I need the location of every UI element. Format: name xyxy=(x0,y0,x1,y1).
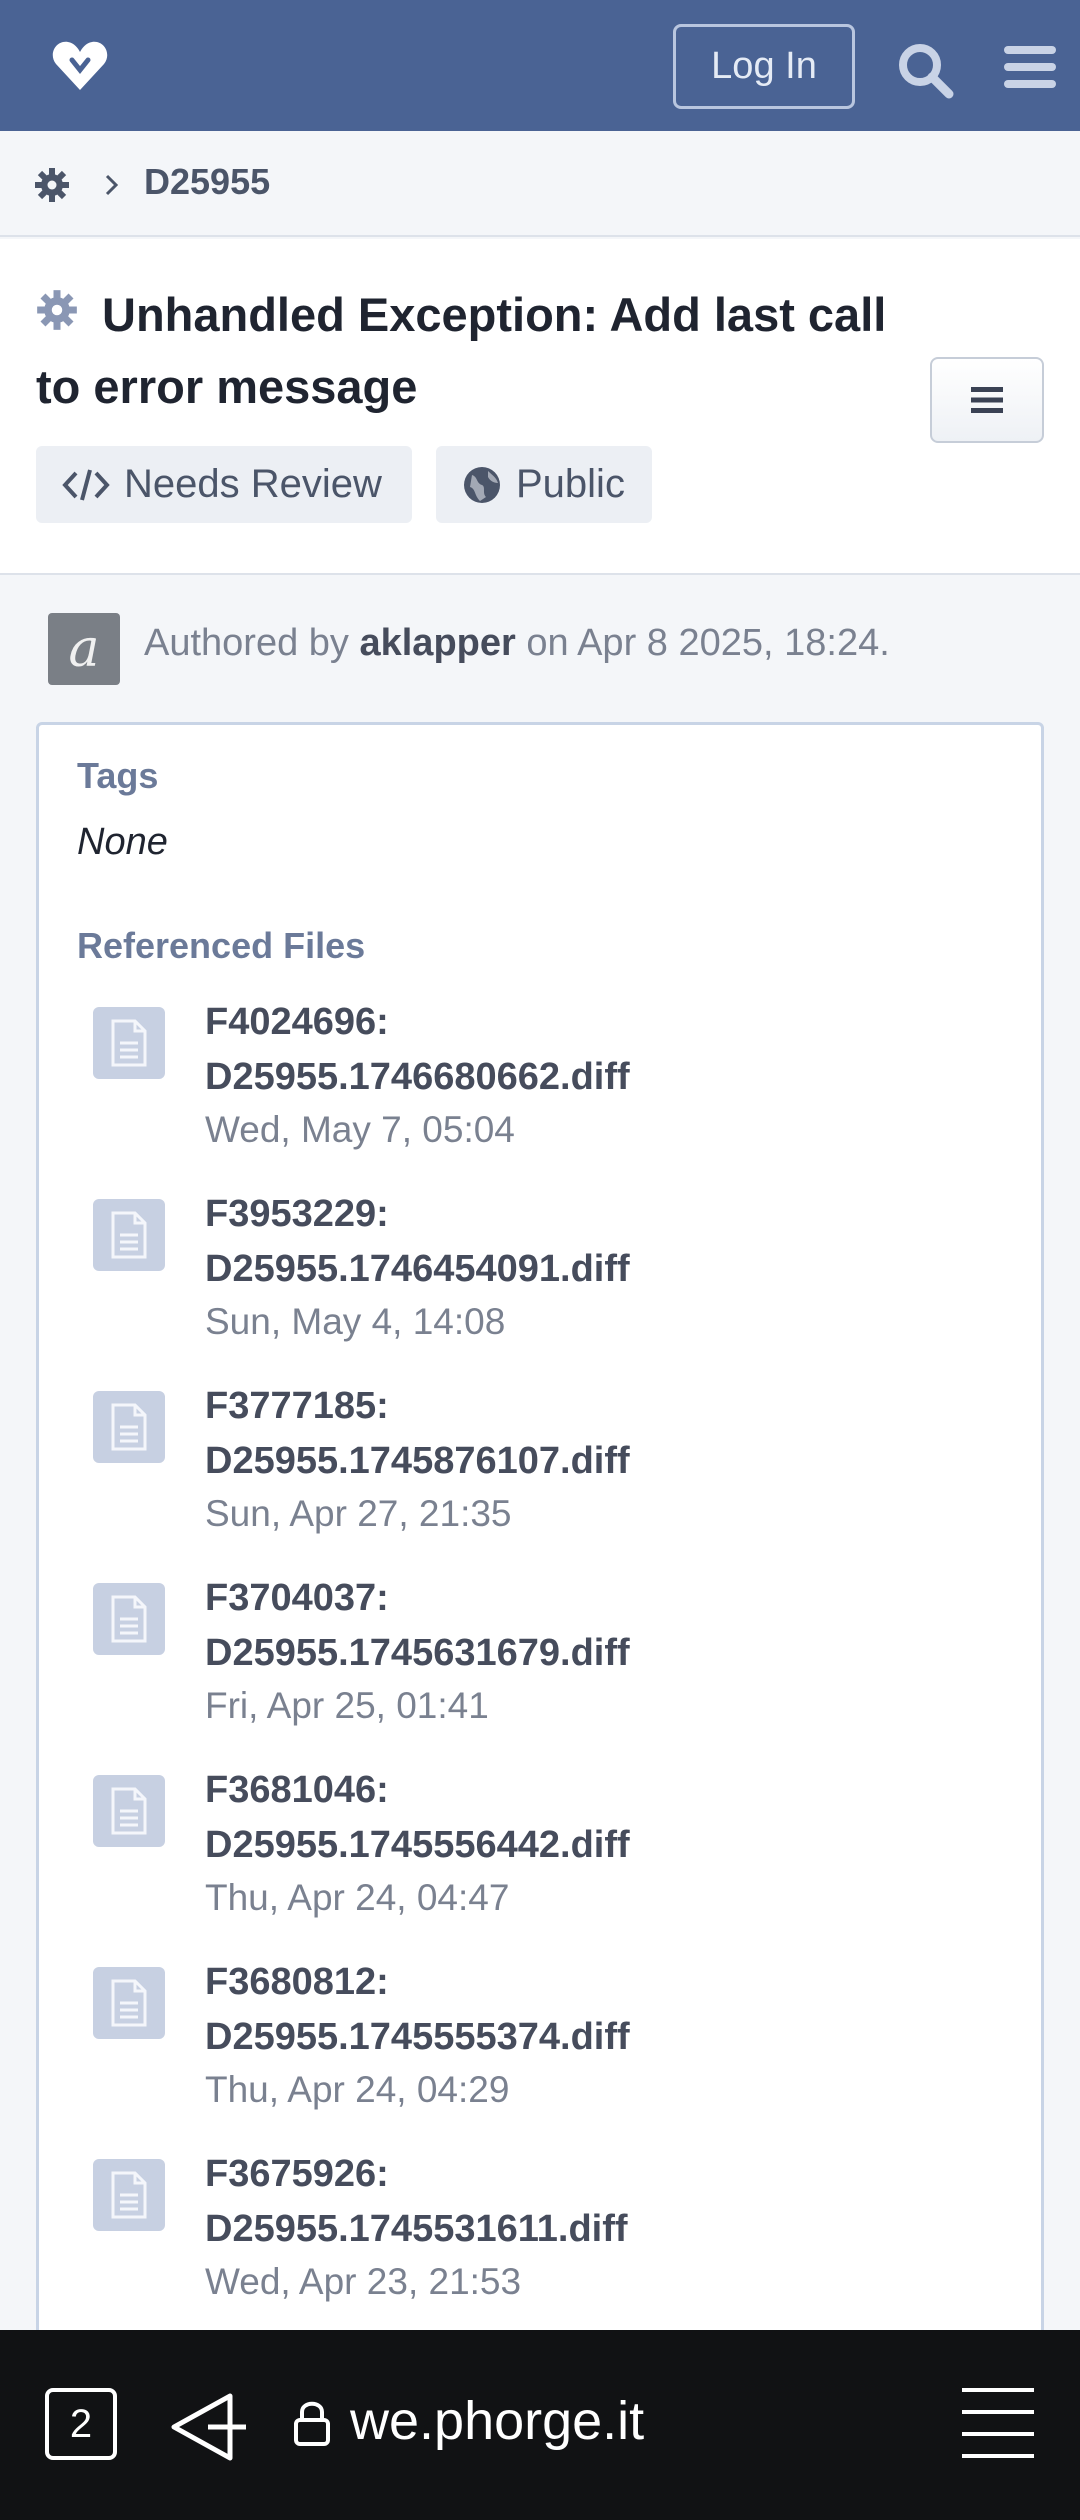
file-id: F3953229: xyxy=(205,1193,389,1235)
lock-icon xyxy=(294,2401,330,2446)
file-icon xyxy=(93,1199,165,1271)
revision-header: Unhandled Exception: Add last call to er… xyxy=(0,239,1080,575)
login-button[interactable]: Log In xyxy=(673,24,855,109)
hamburger-menu-icon[interactable] xyxy=(960,2384,1036,2462)
details-box: Tags None Referenced Files F4024696: D259… xyxy=(36,722,1044,2520)
file-id: F3681046: xyxy=(205,1769,389,1811)
file-name: D25955.1745531611.diff xyxy=(205,2208,628,2250)
breadcrumb-current[interactable]: D25955 xyxy=(144,161,270,203)
referenced-file-item[interactable]: F3777185: D25955.1745876107.diff Sun, Apr … xyxy=(93,1379,993,1559)
file-icon xyxy=(93,1583,165,1655)
file-name: D25955.1745555374.diff xyxy=(205,2016,630,2058)
back-icon[interactable] xyxy=(168,2390,248,2464)
file-name-link[interactable]: F3681046: D25955.1745556442.diff xyxy=(205,1763,965,1873)
file-date: Fri, Apr 25, 01:41 xyxy=(205,1685,489,1726)
file-name-link[interactable]: F3777185: D25955.1745876107.diff xyxy=(205,1379,965,1489)
file-icon xyxy=(93,2159,165,2231)
file-id: F3675926: xyxy=(205,2153,389,2195)
file-name: D25955.1746680662.diff xyxy=(205,1056,630,1098)
code-icon xyxy=(62,468,110,501)
heart-logo-icon[interactable] xyxy=(50,36,110,96)
file-name: D25955.1745631679.diff xyxy=(205,1632,630,1674)
file-name: D25955.1745556442.diff xyxy=(205,1824,630,1866)
top-nav-bar: Log In xyxy=(0,0,1080,131)
file-name-link[interactable]: F3675926: D25955.1745531611.diff xyxy=(205,2147,965,2257)
file-date: Wed, May 7, 05:04 xyxy=(205,1109,515,1150)
file-date: Sun, May 4, 14:08 xyxy=(205,1301,506,1342)
avatar[interactable]: a xyxy=(48,613,120,685)
file-icon xyxy=(93,1967,165,2039)
referenced-file-item[interactable]: F3675926: D25955.1745531611.diff Wed, Apr … xyxy=(93,2147,993,2327)
referenced-file-item[interactable]: F4024696: D25955.1746680662.diff Wed, May … xyxy=(93,995,993,1175)
page-title: Unhandled Exception: Add last call to er… xyxy=(36,288,887,413)
file-id: F4024696: xyxy=(205,1001,389,1043)
file-id: F3704037: xyxy=(205,1577,389,1619)
chevron-right-icon xyxy=(105,174,119,196)
file-date: Sun, Apr 27, 21:35 xyxy=(205,1493,512,1534)
file-id: F3680812: xyxy=(205,1961,389,2003)
actions-menu-button[interactable] xyxy=(930,357,1044,443)
referenced-file-item[interactable]: F3680812: D25955.1745555374.diff Thu, Apr … xyxy=(93,1955,993,2135)
visibility-badge: Public xyxy=(436,446,652,523)
file-id: F3777185: xyxy=(205,1385,389,1427)
author-line: Authored by aklapper on Apr 8 2025, 18:2… xyxy=(144,616,890,670)
hamburger-menu-icon xyxy=(971,387,1003,413)
file-name-link[interactable]: F3953229: D25955.1746454091.diff xyxy=(205,1187,965,1297)
referenced-files-label: Referenced Files xyxy=(77,925,366,966)
browser-toolbar: 2 we.phorge.it xyxy=(0,2330,1080,2520)
tags-value: None xyxy=(77,821,168,863)
file-icon xyxy=(93,1391,165,1463)
search-icon[interactable] xyxy=(895,40,955,100)
file-name: D25955.1745876107.diff xyxy=(205,1440,630,1482)
tab-count-button[interactable]: 2 xyxy=(45,2388,117,2460)
gear-icon[interactable] xyxy=(34,167,70,203)
file-name-link[interactable]: F3704037: D25955.1745631679.diff xyxy=(205,1571,965,1681)
file-date: Thu, Apr 24, 04:29 xyxy=(205,2069,510,2110)
referenced-file-item[interactable]: F3953229: D25955.1746454091.diff Sun, May … xyxy=(93,1187,993,1367)
breadcrumb: D25955 xyxy=(0,131,1080,237)
hamburger-menu-icon[interactable] xyxy=(1002,44,1058,90)
status-badge: Needs Review xyxy=(36,446,412,523)
visibility-label: Public xyxy=(516,462,625,506)
file-icon xyxy=(93,1007,165,1079)
file-name-link[interactable]: F3680812: D25955.1745555374.diff xyxy=(205,1955,965,2065)
referenced-file-item[interactable]: F3681046: D25955.1745556442.diff Thu, Apr … xyxy=(93,1763,993,1943)
referenced-file-item[interactable]: F3704037: D25955.1745631679.diff Fri, Apr … xyxy=(93,1571,993,1751)
file-name: D25955.1746454091.diff xyxy=(205,1248,630,1290)
author-name-link[interactable]: aklapper xyxy=(359,622,515,664)
file-name-link[interactable]: F4024696: D25955.1746680662.diff xyxy=(205,995,965,1105)
tags-label: Tags xyxy=(77,755,159,796)
url-bar[interactable]: we.phorge.it xyxy=(350,2390,644,2452)
file-date: Thu, Apr 24, 04:47 xyxy=(205,1877,510,1918)
author-prefix: Authored by xyxy=(144,622,349,664)
file-icon xyxy=(93,1775,165,1847)
globe-icon xyxy=(464,466,500,503)
status-label: Needs Review xyxy=(124,462,382,506)
file-date: Wed, Apr 23, 21:53 xyxy=(205,2261,522,2302)
author-date: on Apr 8 2025, 18:24. xyxy=(526,622,890,664)
